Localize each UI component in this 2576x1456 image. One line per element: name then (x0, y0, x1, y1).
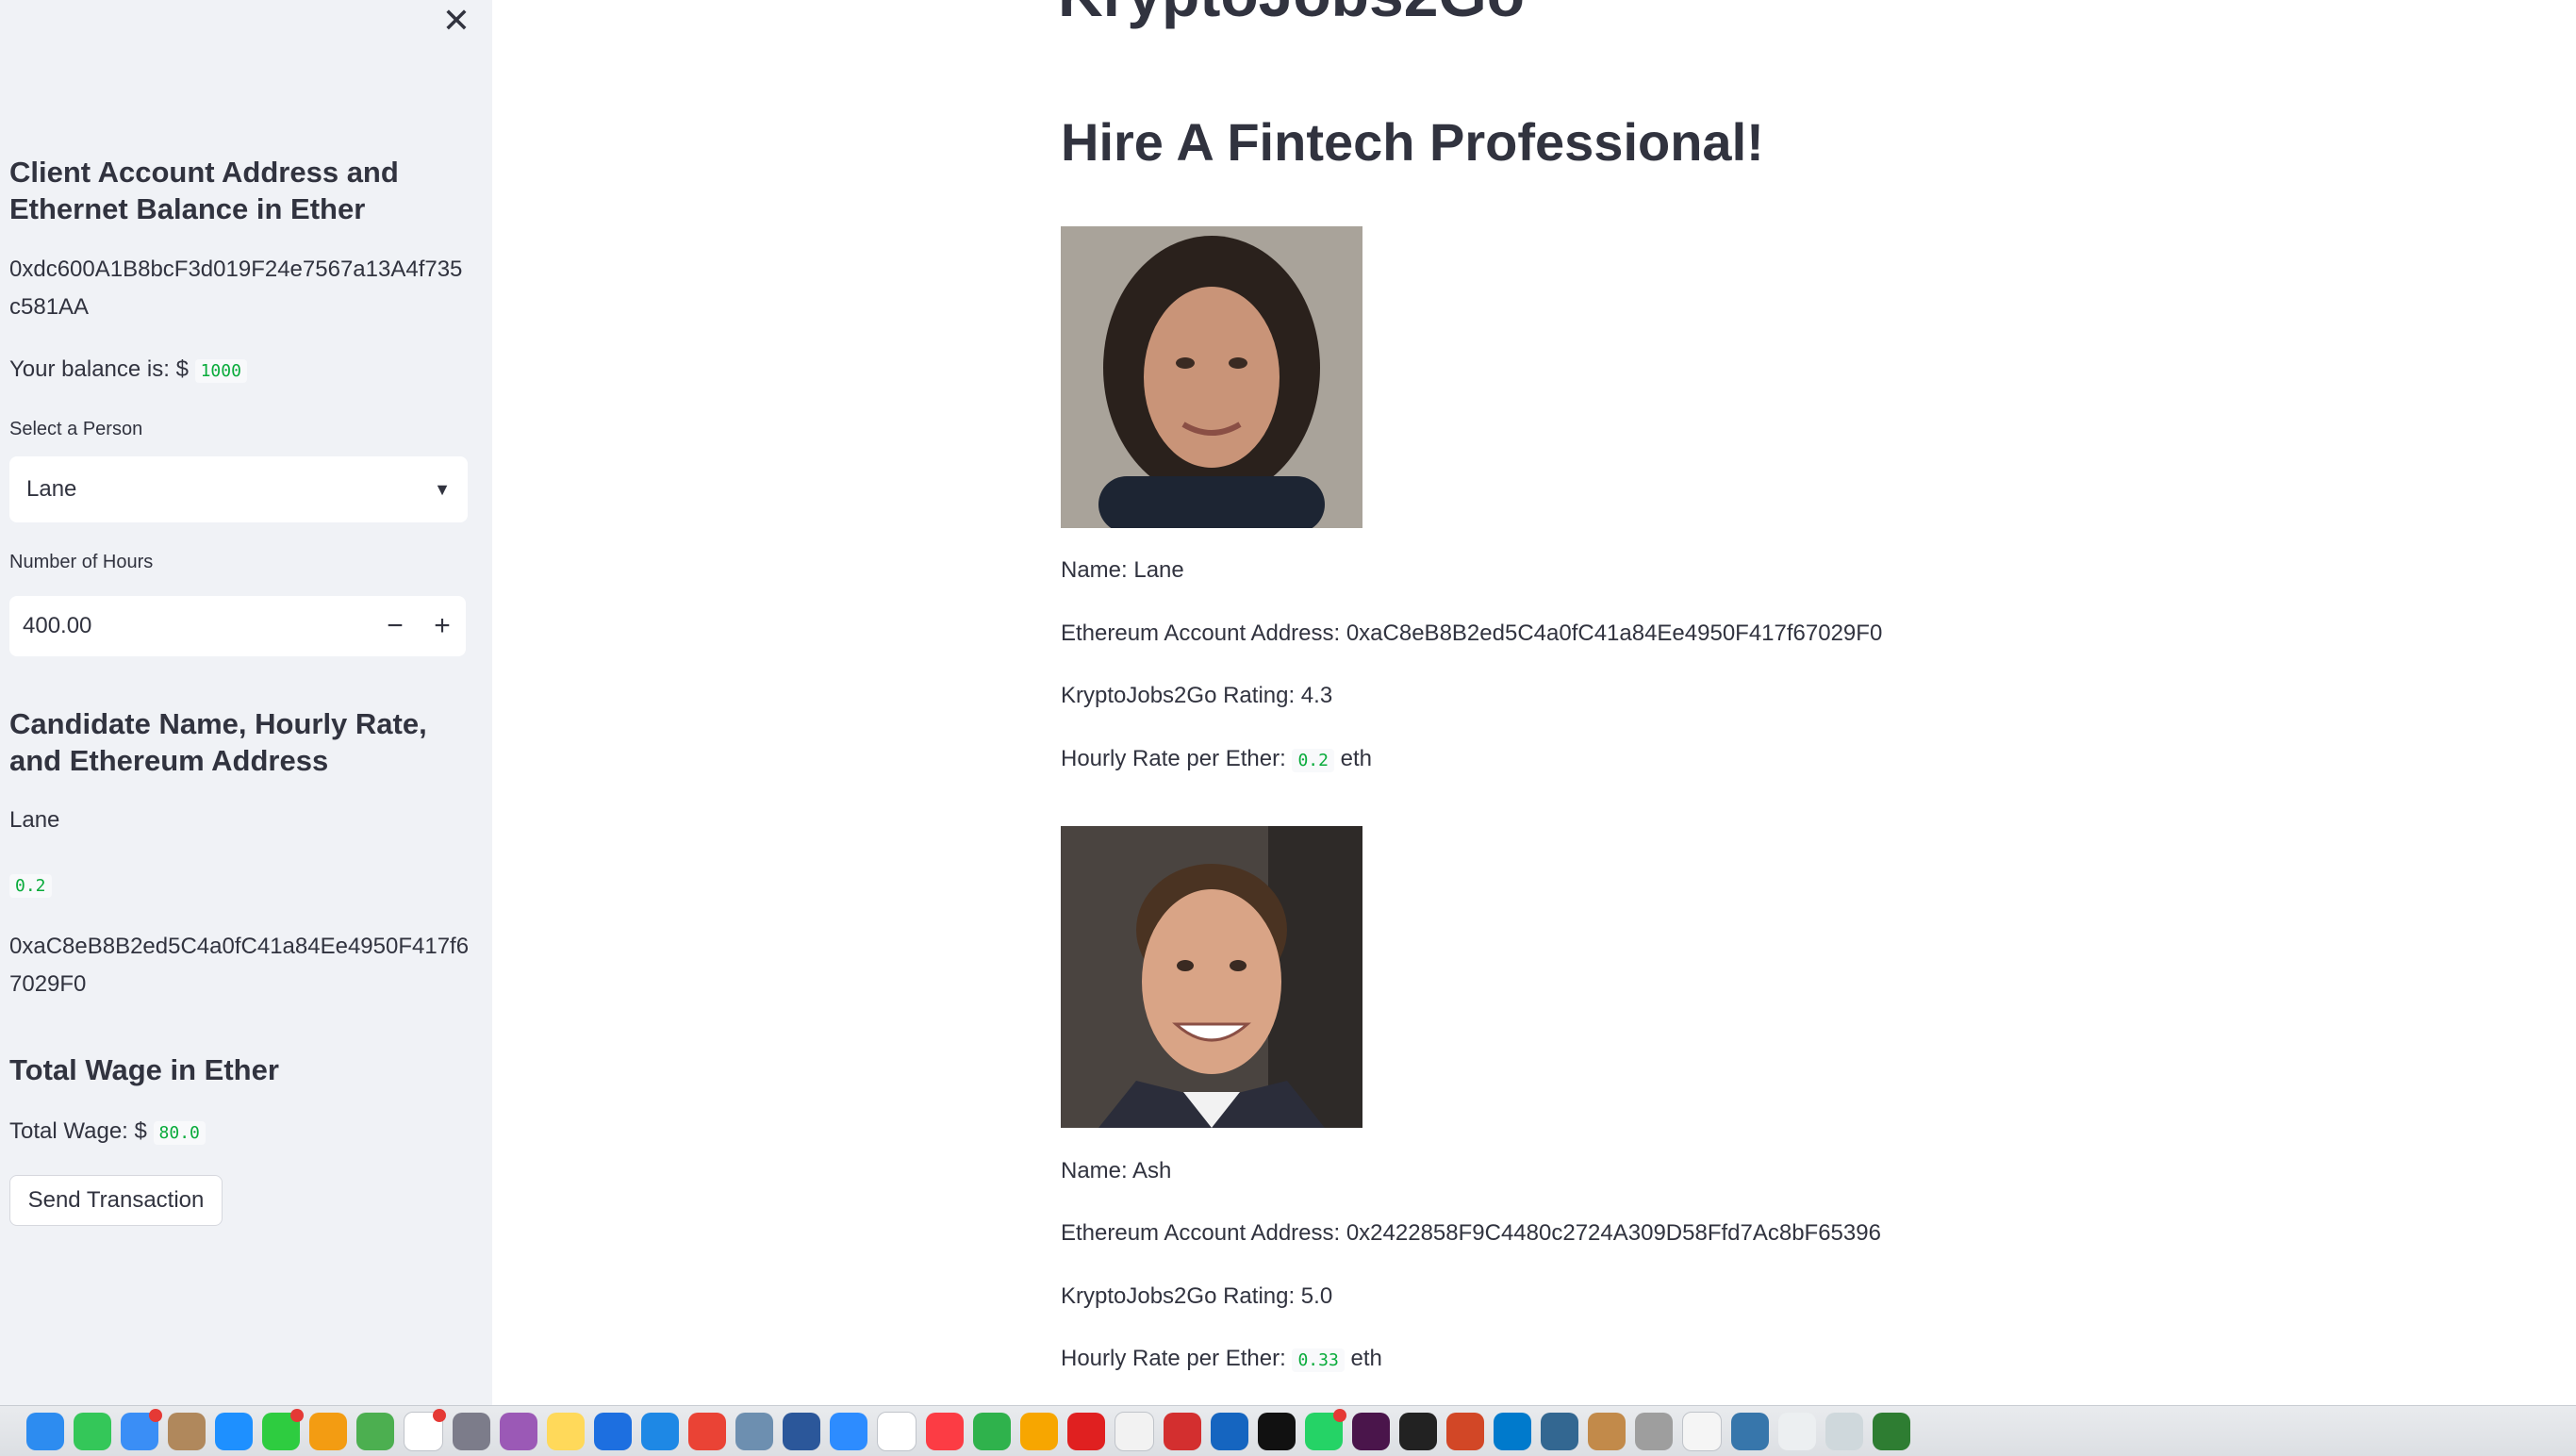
total-wage-line: Total Wage: $ 80.0 (9, 1113, 471, 1152)
messages-icon[interactable] (74, 1412, 111, 1450)
candidate-rating-ash: KryptoJobs2Go Rating: 5.0 (1061, 1283, 1333, 1309)
rate-label: Hourly Rate per Ether: (1061, 1346, 1286, 1371)
notification-badge (290, 1408, 304, 1422)
rate-unit: eth (1340, 746, 1373, 771)
tv-icon[interactable] (1258, 1412, 1296, 1450)
rate-value: 0.2 (1292, 749, 1334, 772)
candidate-rate-line: 0.2 (9, 866, 471, 905)
dock (0, 1405, 2576, 1456)
photos-icon[interactable] (309, 1412, 347, 1450)
notification-badge (149, 1408, 162, 1422)
hours-number-input[interactable]: 400.00 − + (9, 596, 466, 656)
window-icon[interactable] (1825, 1412, 1863, 1450)
candidate-address-ash: Ethereum Account Address: 0x2422858F9C44… (1061, 1220, 1881, 1246)
balance-label: Your balance is: $ (9, 356, 189, 382)
main-content: KryptoJobs2Go Hire A Fintech Professiona… (492, 0, 2576, 1405)
preview-icon[interactable] (735, 1412, 773, 1450)
contacts-icon[interactable] (168, 1412, 206, 1450)
decrement-button[interactable]: − (372, 596, 419, 656)
chrome-icon[interactable] (688, 1412, 726, 1450)
textedit-icon[interactable] (1682, 1411, 1722, 1451)
candidate-name: Lane (9, 807, 60, 833)
word-icon[interactable] (783, 1412, 820, 1450)
terminal-icon[interactable] (1399, 1412, 1437, 1450)
pages-icon[interactable] (1020, 1412, 1058, 1450)
candidate-rate-lane: Hourly Rate per Ether: 0.2 eth (1061, 742, 1372, 778)
page-title: Hire A Fintech Professional! (1061, 112, 1764, 172)
candidate-rate-ash: Hourly Rate per Ether: 0.33 eth (1061, 1342, 1382, 1378)
podcasts-icon[interactable] (500, 1412, 537, 1450)
notification-badge (1333, 1408, 1346, 1422)
hours-input-value[interactable]: 400.00 (9, 613, 372, 639)
facetime-icon[interactable] (262, 1408, 304, 1450)
candidate-name-ash: Name: Ash (1061, 1158, 1172, 1183)
finder-icon[interactable] (26, 1412, 64, 1450)
close-icon[interactable]: ✕ (439, 4, 473, 38)
mail-icon[interactable] (121, 1408, 162, 1450)
network-icon[interactable] (1211, 1412, 1248, 1450)
candidate-photo-lane (1061, 226, 1362, 528)
rate-label: Hourly Rate per Ether: (1061, 746, 1286, 771)
balance-line: Your balance is: $ 1000 (9, 351, 471, 390)
notes-icon[interactable] (547, 1412, 585, 1450)
zoom-icon[interactable] (830, 1412, 867, 1450)
app-store-icon[interactable] (215, 1412, 253, 1450)
archive-icon[interactable] (1588, 1412, 1626, 1450)
keynote-icon[interactable] (594, 1412, 632, 1450)
documents-icon[interactable] (1778, 1412, 1816, 1450)
chevron-down-icon: ▼ (434, 479, 451, 499)
script-icon[interactable] (1635, 1412, 1673, 1450)
hours-label: Number of Hours (9, 552, 154, 572)
candidate-address-lane: Ethereum Account Address: 0xaC8eB8B2ed5C… (1061, 620, 1883, 646)
send-transaction-button[interactable]: Send Transaction (9, 1175, 223, 1226)
app-title: KryptoJobs2Go (1058, 0, 1525, 30)
candidate-address: 0xaC8eB8B2ed5C4a0fC41a84Ee4950F417f67029… (9, 934, 470, 997)
acrobat-icon[interactable] (1164, 1412, 1201, 1450)
rate-unit: eth (1350, 1346, 1382, 1371)
total-wage-heading: Total Wage in Ether (9, 1053, 279, 1086)
balance-value: 1000 (194, 359, 247, 383)
whatsapp-icon[interactable] (1305, 1408, 1346, 1450)
python-icon[interactable] (1731, 1412, 1769, 1450)
music-icon[interactable] (926, 1412, 964, 1450)
numbers-icon[interactable] (973, 1412, 1011, 1450)
candidate-rating-lane: KryptoJobs2Go Rating: 4.3 (1061, 683, 1333, 708)
calendar-icon[interactable] (877, 1411, 916, 1451)
vscode-icon[interactable] (1494, 1412, 1531, 1450)
candidate-photo-ash (1061, 826, 1362, 1128)
news-icon[interactable] (1115, 1411, 1154, 1451)
notification-badge (433, 1408, 446, 1422)
activity-icon[interactable] (1873, 1412, 1910, 1450)
slack-icon[interactable] (1352, 1412, 1390, 1450)
pdf-icon[interactable] (1067, 1412, 1105, 1450)
candidate-rate: 0.2 (9, 874, 52, 898)
safari-icon[interactable] (641, 1412, 679, 1450)
total-wage-value: 80.0 (153, 1121, 206, 1145)
reminders-icon[interactable] (404, 1408, 446, 1451)
select-person-label: Select a Person (9, 419, 143, 439)
total-wage-label: Total Wage: $ (9, 1118, 147, 1144)
client-account-heading: Client Account Address and Ethernet Bala… (9, 156, 399, 225)
rate-value: 0.33 (1292, 1348, 1345, 1372)
powerpoint-icon[interactable] (1446, 1412, 1484, 1450)
postgres-icon[interactable] (1541, 1412, 1578, 1450)
select-person-value: Lane (26, 476, 77, 502)
select-person-dropdown[interactable]: Lane ▼ (9, 456, 468, 522)
sidebar: ✕ Client Account Address and Ethernet Ba… (0, 0, 492, 1405)
increment-button[interactable]: + (419, 596, 466, 656)
client-address: 0xdc600A1B8bcF3d019F24e7567a13A4f735c581… (9, 256, 463, 320)
candidate-heading: Candidate Name, Hourly Rate, and Ethereu… (9, 707, 427, 777)
launchpad-icon[interactable] (453, 1412, 490, 1450)
maps-icon[interactable] (356, 1412, 394, 1450)
candidate-name-lane: Name: Lane (1061, 557, 1184, 583)
